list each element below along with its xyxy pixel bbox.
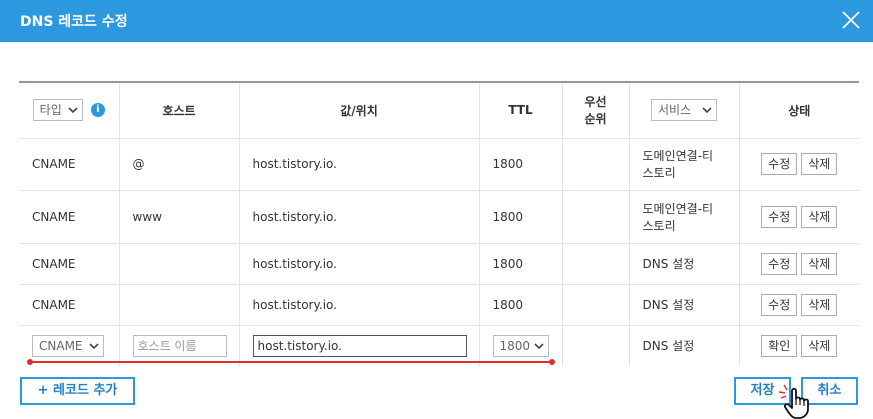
- type-cell: CNAME: [19, 243, 120, 285]
- value-cell: host.tistory.io.: [239, 138, 480, 191]
- type-edit-cell: CNAME: [19, 325, 120, 366]
- table-row: CNAME www host.tistory.io. 1800 도메인연결-티 …: [19, 190, 859, 244]
- priority-edit-cell: [562, 325, 630, 366]
- type-filter-label: 타입: [39, 103, 62, 118]
- table-row: CNAME host.tistory.io. 1800 DNS 설정 수정 삭제: [19, 243, 859, 285]
- host-cell: [119, 284, 240, 326]
- host-cell: [119, 243, 240, 285]
- host-header: 호스트: [119, 82, 240, 139]
- type-select[interactable]: CNAME: [32, 334, 104, 357]
- edit-button[interactable]: 수정: [761, 252, 798, 275]
- type-select-value: CNAME: [39, 338, 83, 353]
- type-filter-select[interactable]: 타입: [32, 99, 83, 122]
- table-row: CNAME host.tistory.io. 1800 DNS 설정 수정 삭제: [19, 284, 859, 326]
- chevron-down-icon: [68, 107, 78, 114]
- edit-button[interactable]: 수정: [761, 205, 798, 228]
- status-cell: 수정 삭제: [739, 243, 859, 285]
- service-cell: DNS 설정: [629, 284, 740, 326]
- delete-button[interactable]: 삭제: [801, 293, 838, 316]
- ttl-header: TTL: [479, 82, 563, 139]
- priority-header-line1: 우선: [584, 95, 607, 110]
- priority-cell: [562, 138, 630, 191]
- type-header: 타입 i: [19, 82, 120, 139]
- service-cell: 도메인연결-티 스토리: [629, 190, 740, 244]
- close-icon[interactable]: [839, 8, 863, 32]
- status-cell: 수정 삭제: [739, 190, 859, 244]
- info-icon[interactable]: i: [90, 103, 105, 118]
- value-header: 값/위치: [239, 82, 480, 139]
- confirm-button[interactable]: 확인: [761, 334, 798, 357]
- value-cell: host.tistory.io.: [239, 190, 480, 244]
- table-header-row: 타입 i 호스트 값/위치 TTL 우선 순위 서비스 상태: [19, 82, 859, 139]
- type-cell: CNAME: [19, 190, 120, 244]
- status-cell: 확인 삭제: [739, 325, 859, 366]
- delete-button[interactable]: 삭제: [801, 205, 838, 228]
- host-edit-cell: 호스트 이름: [119, 325, 240, 366]
- dialog-title: DNS 레코드 수정: [20, 14, 128, 30]
- delete-button[interactable]: 삭제: [801, 334, 838, 357]
- value-input[interactable]: host.tistory.io.: [252, 334, 467, 357]
- ttl-cell: 1800: [479, 243, 563, 285]
- service-header: 서비스: [629, 82, 740, 139]
- value-cell: host.tistory.io.: [239, 243, 480, 285]
- host-input[interactable]: 호스트 이름: [132, 334, 227, 357]
- ttl-cell: 1800: [479, 284, 563, 326]
- service-cell: 도메인연결-티 스토리: [629, 138, 740, 191]
- ttl-select-value: 1800: [499, 338, 531, 353]
- table-row: CNAME @ host.tistory.io. 1800 도메인연결-티 스토…: [19, 138, 859, 191]
- edit-row: CNAME 호스트 이름 host.tistory.io. 1800 DNS 설…: [19, 325, 859, 366]
- highlight-underline: [27, 359, 555, 365]
- priority-header-line2: 순위: [584, 112, 607, 127]
- ttl-select[interactable]: 1800: [492, 334, 549, 357]
- edit-button[interactable]: 수정: [761, 153, 798, 175]
- hand-pointer-icon: [778, 384, 809, 419]
- service-line1: 도메인연결-티: [642, 201, 714, 216]
- host-cell: @: [119, 138, 240, 191]
- type-cell: CNAME: [19, 138, 120, 191]
- type-cell: CNAME: [19, 284, 120, 326]
- chevron-down-icon: [702, 107, 712, 114]
- chevron-down-icon: [89, 343, 99, 349]
- dns-record-table: 타입 i 호스트 값/위치 TTL 우선 순위 서비스 상태 CNAME @ h…: [19, 81, 859, 366]
- add-record-button[interactable]: + 레코드 추가: [20, 377, 135, 405]
- priority-cell: [562, 284, 630, 326]
- priority-cell: [562, 243, 630, 285]
- value-edit-cell: host.tistory.io.: [239, 325, 480, 366]
- service-filter-label: 서비스: [658, 103, 692, 118]
- service-line1: 도메인연결-티: [642, 149, 714, 163]
- service-filter-select[interactable]: 서비스: [651, 99, 717, 122]
- status-header: 상태: [739, 82, 859, 139]
- delete-button[interactable]: 삭제: [801, 153, 838, 175]
- delete-button[interactable]: 삭제: [801, 252, 838, 275]
- chevron-down-icon: [533, 343, 544, 349]
- status-cell: 수정 삭제: [739, 138, 859, 191]
- ttl-cell: 1800: [479, 190, 563, 244]
- edit-button[interactable]: 수정: [761, 293, 798, 316]
- dialog-titlebar: DNS 레코드 수정: [0, 0, 873, 42]
- ttl-cell: 1800: [479, 138, 563, 191]
- status-cell: 수정 삭제: [739, 284, 859, 326]
- priority-header: 우선 순위: [562, 82, 630, 139]
- service-cell: DNS 설정: [629, 325, 740, 366]
- priority-cell: [562, 190, 630, 244]
- service-cell: DNS 설정: [629, 243, 740, 285]
- service-line2: 스토리: [642, 166, 676, 180]
- service-line2: 스토리: [642, 218, 676, 233]
- host-cell: www: [119, 190, 240, 244]
- value-cell: host.tistory.io.: [239, 284, 480, 326]
